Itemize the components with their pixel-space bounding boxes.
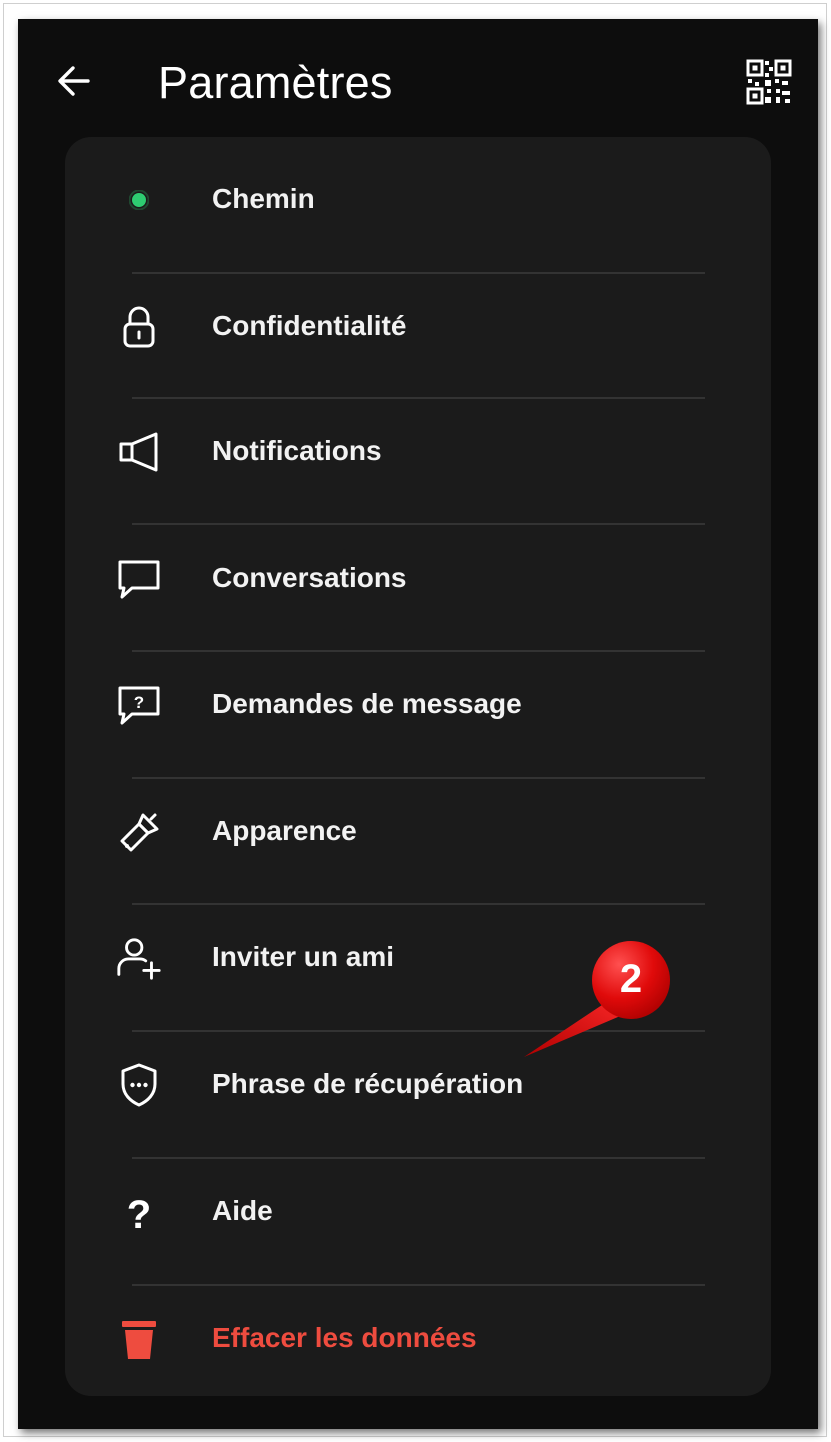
settings-item-label: Phrase de récupération <box>212 1068 524 1099</box>
settings-item-phrase-de-recuperation[interactable]: Phrase de récupération <box>65 1022 771 1148</box>
settings-item-label: Conversations <box>212 562 407 593</box>
add-user-icon <box>115 936 163 980</box>
page-title: Paramètres <box>158 57 393 108</box>
paintbrush-icon <box>115 810 163 854</box>
settings-item-notifications[interactable]: Notifications <box>65 389 771 515</box>
screenshot-frame: Paramètres Chemin Confidentialité Notifi… <box>3 3 827 1437</box>
back-button[interactable] <box>52 59 96 103</box>
settings-item-label: Apparence <box>212 815 357 846</box>
settings-item-aide[interactable]: ? Aide <box>65 1149 771 1275</box>
settings-item-apparence[interactable]: Apparence <box>65 769 771 895</box>
settings-item-confidentialite[interactable]: Confidentialité <box>65 264 771 390</box>
megaphone-icon <box>115 430 163 474</box>
question-mark-icon: ? <box>115 1190 163 1234</box>
settings-item-chemin[interactable]: Chemin <box>65 137 771 263</box>
arrow-left-icon <box>58 66 90 96</box>
settings-item-label: Demandes de message <box>212 688 522 719</box>
settings-item-label: Confidentialité <box>212 310 407 341</box>
qr-code-icon <box>746 59 792 105</box>
settings-screen: Paramètres Chemin Confidentialité Notifi… <box>18 19 818 1429</box>
status-dot-icon <box>115 178 163 222</box>
shield-dots-icon <box>115 1063 163 1107</box>
step-number: 2 <box>619 957 643 1001</box>
lock-icon <box>115 305 163 349</box>
qr-code-button[interactable] <box>746 59 792 105</box>
settings-item-conversations[interactable]: Conversations <box>65 516 771 642</box>
settings-card: Chemin Confidentialité Notifications Con… <box>65 137 771 1396</box>
settings-item-label: Aide <box>212 1195 273 1226</box>
chat-bubble-icon <box>115 557 163 601</box>
settings-item-label: Inviter un ami <box>212 941 395 972</box>
settings-item-effacer-les-donnees[interactable]: Effacer les données <box>65 1276 771 1402</box>
settings-item-label: Notifications <box>212 435 382 466</box>
settings-item-demandes-de-message[interactable]: ? Demandes de message <box>65 642 771 768</box>
svg-text:?: ? <box>127 1193 151 1234</box>
chat-question-icon: ? <box>115 683 163 727</box>
trash-icon <box>115 1317 163 1361</box>
settings-item-label: Effacer les données <box>212 1322 477 1353</box>
step-badge: 2 <box>590 939 672 1021</box>
top-bar: Paramètres <box>18 19 818 137</box>
settings-item-label: Chemin <box>212 183 315 214</box>
svg-text:?: ? <box>134 693 144 712</box>
